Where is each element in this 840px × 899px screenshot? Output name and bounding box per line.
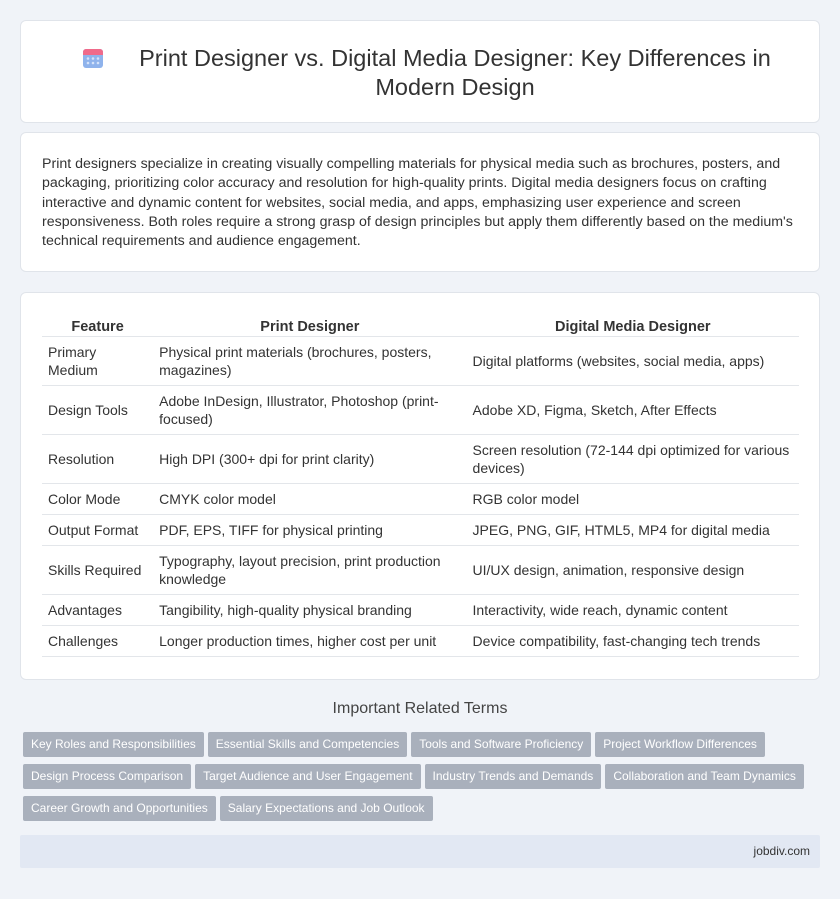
related-term-tag[interactable]: Target Audience and User Engagement (195, 764, 421, 789)
digital-cell: Screen resolution (72-144 dpi optimized … (466, 434, 799, 484)
print-cell: High DPI (300+ dpi for print clarity) (153, 434, 467, 484)
related-term-tag[interactable]: Industry Trends and Demands (424, 764, 602, 789)
digital-cell: Interactivity, wide reach, dynamic conte… (466, 594, 799, 626)
related-term-tag[interactable]: Collaboration and Team Dynamics (605, 764, 804, 789)
related-term-tag[interactable]: Key Roles and Responsibilities (23, 732, 204, 757)
related-terms-tags: Key Roles and Responsibilities Essential … (23, 732, 823, 828)
feature-cell: Skills Required (42, 545, 154, 595)
table-header-row: Feature Print Designer Digital Media Des… (42, 317, 799, 337)
feature-cell: Resolution (42, 434, 154, 484)
table-row: Color Mode CMYK color model RGB color mo… (42, 483, 799, 515)
related-term-tag[interactable]: Project Workflow Differences (595, 732, 765, 757)
intro-card: Print designers specialize in creating v… (20, 132, 820, 272)
digital-cell: JPEG, PNG, GIF, HTML5, MP4 for digital m… (466, 514, 799, 546)
print-cell: Physical print materials (brochures, pos… (153, 336, 467, 386)
feature-cell: Design Tools (42, 385, 154, 435)
related-terms-heading: Important Related Terms (332, 700, 508, 717)
column-header-print-designer: Print Designer (153, 317, 467, 337)
related-term-tag[interactable]: Salary Expectations and Job Outlook (219, 796, 433, 821)
print-cell: Longer production times, higher cost per… (153, 625, 467, 657)
table-row: Challenges Longer production times, high… (42, 625, 799, 657)
comparison-table: Feature Print Designer Digital Media Des… (42, 317, 799, 657)
digital-cell: RGB color model (466, 483, 799, 515)
header-card: Print Designer vs. Digital Media Designe… (20, 20, 820, 123)
column-header-feature: Feature (42, 317, 154, 337)
footer-bar: jobdiv.com (20, 835, 820, 868)
feature-cell: Challenges (42, 625, 154, 657)
related-term-tag[interactable]: Design Process Comparison (23, 764, 192, 789)
feature-cell: Color Mode (42, 483, 154, 515)
digital-cell: UI/UX design, animation, responsive desi… (466, 545, 799, 595)
print-cell: PDF, EPS, TIFF for physical printing (153, 514, 467, 546)
related-term-tag[interactable]: Tools and Software Proficiency (411, 732, 592, 757)
intro-paragraph: Print designers specialize in creating v… (42, 156, 793, 250)
print-cell: Typography, layout precision, print prod… (153, 545, 467, 595)
related-term-tag[interactable]: Career Growth and Opportunities (23, 796, 216, 821)
feature-cell: Primary Medium (42, 336, 154, 386)
print-cell: Adobe InDesign, Illustrator, Photoshop (… (153, 385, 467, 435)
print-cell: CMYK color model (153, 483, 467, 515)
feature-cell: Advantages (42, 594, 154, 626)
column-header-digital-media-designer: Digital Media Designer (466, 317, 799, 337)
related-term-tag[interactable]: Essential Skills and Competencies (207, 732, 408, 757)
table-row: Output Format PDF, EPS, TIFF for physica… (42, 514, 799, 546)
page-title: Print Designer vs. Digital Media Designe… (139, 45, 771, 100)
print-cell: Tangibility, high-quality physical brand… (153, 594, 467, 626)
table-row: Resolution High DPI (300+ dpi for print … (42, 434, 799, 484)
table-row: Design Tools Adobe InDesign, Illustrator… (42, 385, 799, 435)
table-row: Skills Required Typography, layout preci… (42, 545, 799, 595)
comparison-table-card: Feature Print Designer Digital Media Des… (20, 292, 820, 680)
footer-site-link[interactable]: jobdiv.com (754, 844, 810, 858)
digital-cell: Digital platforms (websites, social medi… (466, 336, 799, 386)
digital-cell: Adobe XD, Figma, Sketch, After Effects (466, 385, 799, 435)
digital-cell: Device compatibility, fast-changing tech… (466, 625, 799, 657)
table-row: Primary Medium Physical print materials … (42, 336, 799, 386)
table-row: Advantages Tangibility, high-quality phy… (42, 594, 799, 626)
feature-cell: Output Format (42, 514, 154, 546)
